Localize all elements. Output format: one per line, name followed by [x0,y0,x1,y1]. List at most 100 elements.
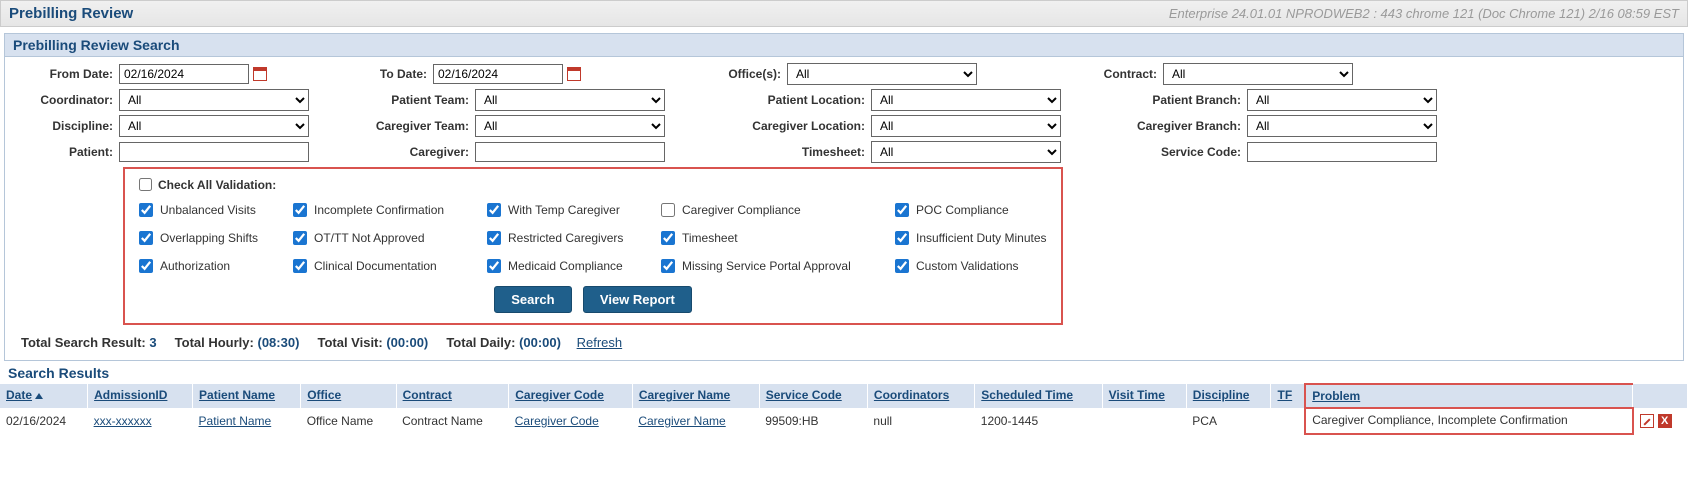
edit-icon[interactable] [1640,414,1654,428]
lbl-unbalanced-visits: Unbalanced Visits [160,203,256,217]
chk-custom-validations[interactable] [895,259,909,273]
lbl-timesheet: Timesheet [682,231,738,245]
patient-location-select[interactable]: All [871,89,1061,111]
lbl-with-temp-caregiver: With Temp Caregiver [508,203,620,217]
chk-timesheet[interactable] [661,231,675,245]
close-icon[interactable]: X [1658,414,1672,428]
check-all-validation[interactable] [139,178,152,191]
patient-team-label: Patient Team: [349,93,469,107]
to-date-input[interactable] [433,64,563,84]
col-problem[interactable]: Problem [1305,384,1632,408]
calendar-icon[interactable] [253,67,267,81]
service-code-input[interactable] [1247,142,1437,162]
patient-branch-select[interactable]: All [1247,89,1437,111]
chk-medicaid-compliance[interactable] [487,259,501,273]
from-date-input[interactable] [119,64,249,84]
cell-admission-id[interactable]: xxx-xxxxxx [94,414,152,428]
service-code-label: Service Code: [1101,145,1241,159]
chk-overlapping-shifts[interactable] [139,231,153,245]
cell-coordinators: null [867,408,974,434]
col-scheduled-time[interactable]: Scheduled Time [975,384,1102,408]
caregiver-location-select[interactable]: All [871,115,1061,137]
calendar-icon[interactable] [567,67,581,81]
chk-with-temp-caregiver[interactable] [487,203,501,217]
chk-authorization[interactable] [139,259,153,273]
col-actions [1633,384,1688,408]
cell-contract: Contract Name [396,408,509,434]
caregiver-branch-select[interactable]: All [1247,115,1437,137]
col-office[interactable]: Office [301,384,396,408]
titlebar: Prebilling Review Enterprise 24.01.01 NP… [0,0,1688,27]
col-date[interactable]: Date [0,384,88,408]
cell-discipline: PCA [1186,408,1271,434]
total-hourly-value: (08:30) [257,335,299,350]
cell-date: 02/16/2024 [0,408,88,434]
cell-caregiver-name[interactable]: Caregiver Name [638,414,725,428]
chk-unbalanced-visits[interactable] [139,203,153,217]
col-contract[interactable]: Contract [396,384,509,408]
summary-row: Total Search Result: 3 Total Hourly: (08… [13,329,1675,356]
cell-patient-name[interactable]: Patient Name [199,414,272,428]
col-caregiver-code[interactable]: Caregiver Code [509,384,633,408]
col-discipline[interactable]: Discipline [1186,384,1271,408]
chk-restricted-caregivers[interactable] [487,231,501,245]
lbl-clinical-documentation: Clinical Documentation [314,259,437,273]
caregiver-team-label: Caregiver Team: [349,119,469,133]
patient-input[interactable] [119,142,309,162]
cell-problem: Caregiver Compliance, Incomplete Confirm… [1305,408,1632,434]
caregiver-team-select[interactable]: All [475,115,665,137]
chk-incomplete-confirmation[interactable] [293,203,307,217]
refresh-link[interactable]: Refresh [577,335,623,350]
cell-tf [1271,408,1305,434]
sort-asc-icon [35,393,43,399]
chk-insufficient-duty-minutes[interactable] [895,231,909,245]
cell-visit-time [1102,408,1186,434]
search-button[interactable]: Search [494,286,571,313]
lbl-ot-tt-not-approved: OT/TT Not Approved [314,231,425,245]
caregiver-input[interactable] [475,142,665,162]
to-date-label: To Date: [307,67,427,81]
total-search-value: 3 [149,335,156,350]
cell-service-code: 99509:HB [759,408,867,434]
chk-poc-compliance[interactable] [895,203,909,217]
env-info: Enterprise 24.01.01 NPRODWEB2 : 443 chro… [1169,6,1679,21]
col-coordinators[interactable]: Coordinators [867,384,974,408]
chk-ot-tt-not-approved[interactable] [293,231,307,245]
col-tf[interactable]: TF [1271,384,1305,408]
lbl-missing-service-portal-approval: Missing Service Portal Approval [682,259,851,273]
col-service-code[interactable]: Service Code [759,384,867,408]
offices-select[interactable]: All [787,63,977,85]
lbl-incomplete-confirmation: Incomplete Confirmation [314,203,444,217]
patient-team-select[interactable]: All [475,89,665,111]
timesheet-select[interactable]: All [871,141,1061,163]
view-report-button[interactable]: View Report [583,286,692,313]
patient-label: Patient: [13,145,113,159]
table-row: 02/16/2024 xxx-xxxxxx Patient Name Offic… [0,408,1688,434]
col-patient-name[interactable]: Patient Name [193,384,301,408]
col-visit-time[interactable]: Visit Time [1102,384,1186,408]
panel-title: Prebilling Review Search [5,34,1683,57]
col-admission-id[interactable]: AdmissionID [88,384,193,408]
caregiver-label: Caregiver: [349,145,469,159]
coordinator-label: Coordinator: [13,93,113,107]
lbl-overlapping-shifts: Overlapping Shifts [160,231,258,245]
lbl-custom-validations: Custom Validations [916,259,1019,273]
lbl-poc-compliance: POC Compliance [916,203,1009,217]
cell-caregiver-code[interactable]: Caregiver Code [515,414,599,428]
patient-branch-label: Patient Branch: [1101,93,1241,107]
caregiver-location-label: Caregiver Location: [705,119,865,133]
total-search-label: Total Search Result: [21,335,146,350]
chk-caregiver-compliance[interactable] [661,203,675,217]
cell-scheduled-time: 1200-1445 [975,408,1102,434]
col-caregiver-name[interactable]: Caregiver Name [632,384,759,408]
cell-office: Office Name [301,408,396,434]
cell-actions: X [1633,408,1688,434]
discipline-label: Discipline: [13,119,113,133]
chk-missing-service-portal-approval[interactable] [661,259,675,273]
contract-select[interactable]: All [1163,63,1353,85]
validation-box: Check All Validation: Unbalanced Visits … [123,167,1063,325]
total-visit-label: Total Visit: [317,335,382,350]
coordinator-select[interactable]: All [119,89,309,111]
chk-clinical-documentation[interactable] [293,259,307,273]
discipline-select[interactable]: All [119,115,309,137]
